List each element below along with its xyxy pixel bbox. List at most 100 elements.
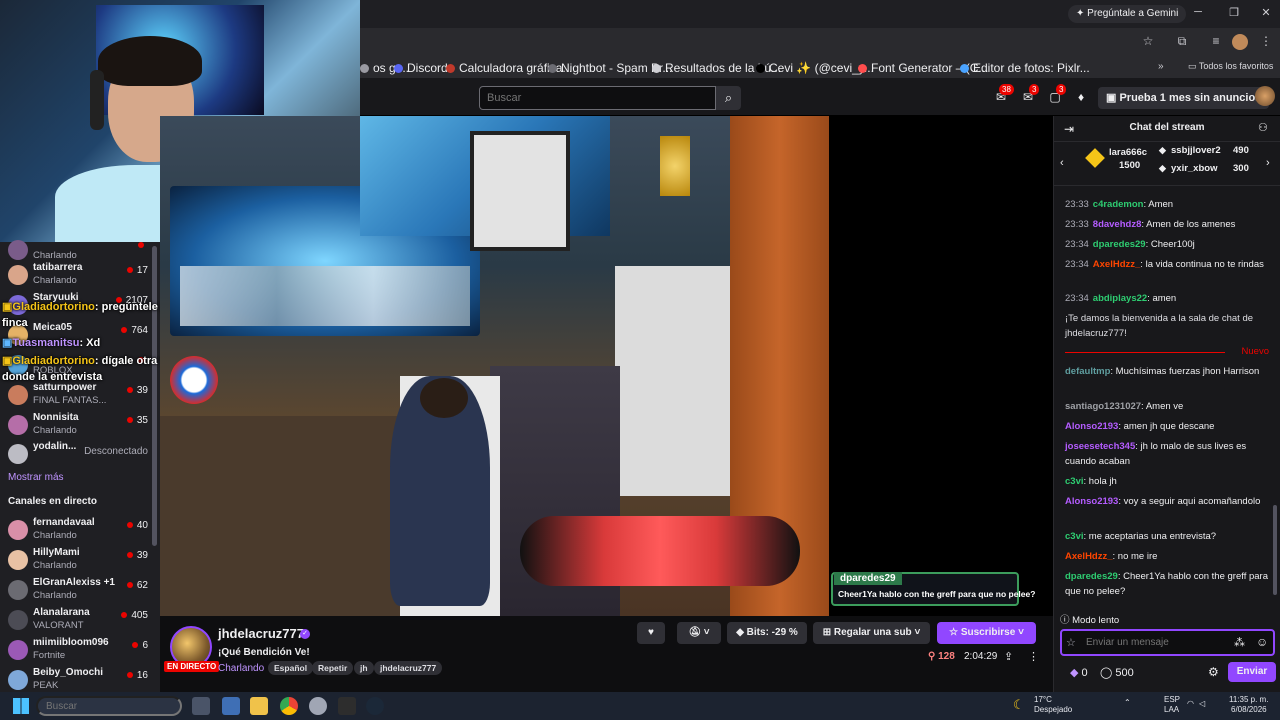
send-button[interactable]: Enviar xyxy=(1228,662,1276,682)
wifi-icon[interactable]: ◠ xyxy=(1187,699,1194,708)
keyboard-layout[interactable]: LAA xyxy=(1164,705,1179,714)
all-favorites-label: Todos los favoritos xyxy=(1198,61,1274,71)
chat-username[interactable]: joseesetech345 xyxy=(1065,441,1135,452)
chevron-down-icon: ˅ xyxy=(911,627,921,638)
app-icon[interactable] xyxy=(222,697,240,715)
chat-badge-icon[interactable]: ☆ xyxy=(1066,636,1076,649)
second-rank-icon: ◆ xyxy=(1159,145,1166,155)
crown-icon: ▣ xyxy=(2,301,13,313)
chat-username[interactable]: c4rademon xyxy=(1093,199,1144,210)
bookmark-favicon-icon xyxy=(394,64,403,73)
gemini-button[interactable]: ✦ Pregúntale a Gemini xyxy=(1068,5,1187,23)
search-button[interactable]: ⌕ xyxy=(716,86,741,110)
channel-name[interactable]: jhdelacruz777 xyxy=(218,626,304,641)
tag-chip[interactable]: Español xyxy=(268,661,314,675)
chat-text: voy a seguir aqui acomañandolo xyxy=(1123,496,1261,507)
bits-cheer-icon[interactable]: ⁂ xyxy=(1234,636,1245,649)
chat-username[interactable]: defaultmp xyxy=(1065,366,1110,377)
bits-button[interactable]: ◆ Bits: -29 % xyxy=(727,622,807,644)
chat-username[interactable]: dparedes29 xyxy=(1065,571,1118,582)
chat-username[interactable]: AxelHdzz_ xyxy=(1093,259,1141,270)
extensions-icon[interactable]: ⧉ xyxy=(1174,34,1190,50)
taskbar-search-input[interactable] xyxy=(36,696,182,716)
user-avatar[interactable] xyxy=(1255,86,1275,106)
task-view-icon[interactable] xyxy=(192,697,210,715)
leaderboard-next-icon[interactable]: › xyxy=(1266,157,1270,169)
leaderboard-second-amount: 490 xyxy=(1233,145,1249,156)
overlay-text: finca xyxy=(2,317,28,329)
emote-picker-icon[interactable]: ☺ xyxy=(1256,635,1268,649)
overlay-chat-line: finca xyxy=(2,317,28,329)
live-badge: EN DIRECTO xyxy=(164,661,220,672)
tray-overflow-icon[interactable]: ⌃ xyxy=(1124,698,1131,707)
follow-heart-button[interactable]: ♥ xyxy=(637,622,665,644)
menu-icon[interactable]: ⋮ xyxy=(1258,34,1274,50)
chat-username[interactable]: AxelHdzz_ xyxy=(1065,551,1113,562)
chat-text: Amen ve xyxy=(1145,401,1184,412)
overlay-user: Gladiadortorino xyxy=(12,355,95,367)
app-icon[interactable] xyxy=(309,697,327,715)
subscribe-button[interactable]: ☆ Suscribirse ˅ xyxy=(937,622,1036,644)
epic-games-icon[interactable] xyxy=(338,697,356,715)
chat-text: Muchísimas fuerzas jhon Harrison xyxy=(1115,366,1260,377)
crown-icon: ▣ xyxy=(2,355,13,367)
chat-username[interactable]: c3vi xyxy=(1065,531,1084,542)
weather-temp: 17°C xyxy=(1034,695,1052,704)
channel-points[interactable]: ◯ 500 xyxy=(1100,666,1134,679)
channel-category: Charlando xyxy=(33,590,77,601)
bookmark-item[interactable]: Editor de fotos: Pixlr... xyxy=(960,61,1090,75)
subscribe-label: Suscribirse xyxy=(960,627,1016,638)
share-icon[interactable]: ⇪ xyxy=(1004,650,1013,663)
steam-icon[interactable] xyxy=(366,697,384,715)
prime-label: Prueba 1 mes sin anuncios xyxy=(1119,92,1262,104)
chat-users-icon[interactable]: ⚇ xyxy=(1258,121,1268,134)
sidebar-scrollbar[interactable] xyxy=(152,246,157,546)
search-input[interactable] xyxy=(479,86,716,110)
all-favorites[interactable]: ▭ Todos los favoritos xyxy=(1188,61,1273,72)
chat-username[interactable]: abdiplays22 xyxy=(1093,293,1147,304)
bookmark-item[interactable]: Cevi ✨ (@cevi_y... xyxy=(756,61,874,75)
viewer-count: Desconectado xyxy=(84,446,148,457)
chat-username[interactable]: c3vi xyxy=(1065,476,1084,487)
volume-icon[interactable]: ◁ xyxy=(1199,699,1205,708)
chat-header: Chat del stream xyxy=(1054,116,1280,142)
bookmark-item[interactable]: Discord xyxy=(394,61,448,75)
sidebar-channel-item[interactable]: yodalin... Desconectado xyxy=(0,436,160,472)
show-more-link[interactable]: Mostrar más xyxy=(8,472,64,483)
profile-icon[interactable] xyxy=(1232,34,1248,50)
tag-chip[interactable]: jhdelacruz777 xyxy=(374,661,443,675)
channel-name: Meica05 xyxy=(33,322,72,333)
channel-category: VALORANT xyxy=(33,620,84,631)
bookmark-star-icon[interactable]: ☆ xyxy=(1140,34,1156,50)
tag-chip[interactable]: Repetir xyxy=(312,661,354,675)
notifications-toggle-button[interactable]: 🔕︎ ˅ xyxy=(677,622,721,644)
chat-username[interactable]: santiago1231027 xyxy=(1065,401,1141,412)
chat-text: Amen xyxy=(1148,199,1174,210)
stream-category[interactable]: Charlando xyxy=(218,663,264,674)
chrome-icon[interactable] xyxy=(280,697,298,715)
chat-message: dparedes29: Cheer1Ya hablo con the greff… xyxy=(1065,571,1268,597)
gift-sub-button[interactable]: ⊞ Regalar una sub ˅ xyxy=(813,622,930,644)
file-explorer-icon[interactable] xyxy=(250,697,268,715)
chat-scrollbar[interactable] xyxy=(1273,505,1277,595)
maximize-button[interactable]: ❐ xyxy=(1226,6,1242,19)
chat-username[interactable]: 8davehdz8 xyxy=(1093,219,1142,230)
chat-username[interactable]: Alonso2193 xyxy=(1065,421,1118,432)
close-window-button[interactable]: ✕ xyxy=(1258,6,1274,19)
chat-username[interactable]: dparedes29 xyxy=(1093,239,1146,250)
leaderboard-prev-icon[interactable]: ‹ xyxy=(1060,157,1064,169)
media-control-icon[interactable]: ≡ xyxy=(1208,34,1224,50)
points-icon: ◯ xyxy=(1100,667,1116,679)
language-code[interactable]: ESP xyxy=(1164,695,1180,704)
chat-username[interactable]: Alonso2193 xyxy=(1065,496,1118,507)
bookmarks-overflow-icon[interactable]: » xyxy=(1158,61,1164,72)
bits-balance[interactable]: ◆ 0 xyxy=(1070,666,1088,679)
prime-ad-free-button[interactable]: ▣ Prueba 1 mes sin anuncios xyxy=(1098,87,1270,109)
windows-start-icon[interactable] xyxy=(13,698,29,714)
webcam-headphones xyxy=(90,70,104,130)
more-options-icon[interactable]: ⋮ xyxy=(1028,650,1039,663)
crown-icon[interactable]: ♦ xyxy=(1073,90,1089,106)
minimize-button[interactable]: ─ xyxy=(1190,6,1206,18)
chat-settings-icon[interactable]: ⚙ xyxy=(1208,665,1219,679)
tag-chip[interactable]: jh xyxy=(354,661,374,675)
